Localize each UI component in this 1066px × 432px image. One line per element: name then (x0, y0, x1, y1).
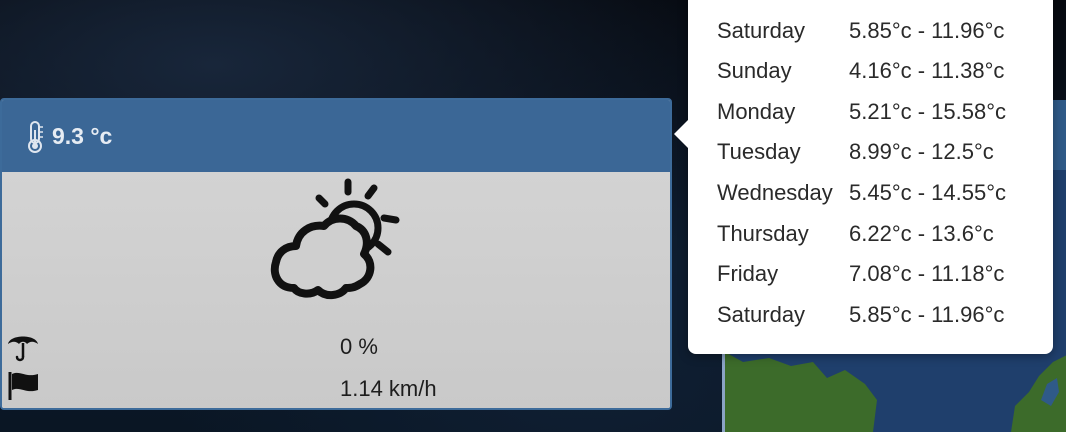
thermometer-icon (28, 121, 43, 153)
forecast-row: Wednesday 5.45°c - 14.55°c (717, 178, 1037, 208)
forecast-day: Wednesday (717, 180, 833, 205)
forecast-row: Sunday 4.16°c - 11.38°c (717, 56, 1037, 86)
forecast-row: Saturday 5.85°c - 11.96°c (717, 16, 1037, 46)
forecast-range: 7.08°c - 11.18°c (849, 261, 1005, 286)
forecast-range: 5.85°c - 11.96°c (849, 302, 1005, 327)
forecast-range: 6.22°c - 13.6°c (849, 221, 994, 246)
current-temperature: 9.3 °c (52, 123, 113, 149)
weather-card[interactable]: 9.3 °c 0 % 1.14 km/h (0, 98, 672, 410)
forecast-day: Saturday (717, 302, 806, 327)
partly-cloudy-icon (270, 178, 400, 299)
weather-card-body: 0 % 1.14 km/h (2, 172, 670, 408)
forecast-day: Sunday (717, 58, 792, 83)
flag-icon (8, 372, 38, 400)
forecast-row: Tuesday 8.99°c - 12.5°c (717, 137, 1037, 167)
forecast-range: 8.99°c - 12.5°c (849, 139, 994, 164)
umbrella-icon (8, 336, 38, 362)
wind-speed-value: 1.14 km/h (340, 376, 437, 401)
forecast-popover: Saturday 5.85°c - 11.96°c Sunday 4.16°c … (674, 0, 1053, 354)
forecast-row: Friday 7.08°c - 11.18°c (717, 259, 1037, 289)
popover-arrow (674, 120, 688, 148)
precipitation-value: 0 % (340, 334, 378, 359)
forecast-day: Thursday (717, 221, 809, 246)
forecast-row: Thursday 6.22°c - 13.6°c (717, 219, 1037, 249)
forecast-range: 4.16°c - 11.38°c (849, 58, 1005, 83)
weather-card-header: 9.3 °c (2, 100, 670, 172)
forecast-range: 5.45°c - 14.55°c (849, 180, 1007, 205)
forecast-day: Friday (717, 261, 779, 286)
forecast-day: Saturday (717, 18, 806, 43)
forecast-day: Tuesday (717, 139, 801, 164)
forecast-range: 5.21°c - 15.58°c (849, 99, 1007, 124)
forecast-row: Saturday 5.85°c - 11.96°c (717, 300, 1037, 330)
forecast-range: 5.85°c - 11.96°c (849, 18, 1005, 43)
forecast-day: Monday (717, 99, 796, 124)
forecast-row: Monday 5.21°c - 15.58°c (717, 97, 1037, 127)
